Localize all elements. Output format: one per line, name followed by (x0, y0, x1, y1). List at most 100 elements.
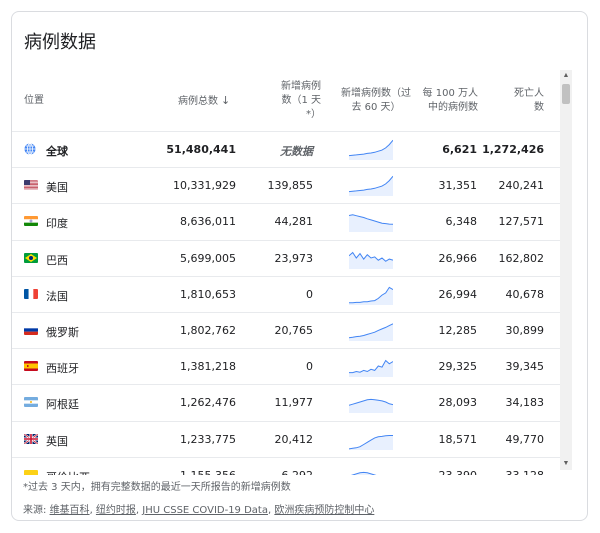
row-cases-per-million: 29,325 (438, 360, 478, 374)
row-deaths: 49,770 (505, 432, 545, 446)
row-location[interactable]: 印度 (46, 215, 68, 231)
header-location[interactable]: 位置 (24, 94, 44, 108)
uk-flag-icon (24, 433, 38, 444)
header-death-line1: 死亡人 (514, 88, 544, 99)
row-deaths: 34,183 (505, 396, 545, 410)
table-row[interactable]: 印度 8,636,011 44,281 6,348 127,571 (12, 204, 572, 241)
row-location[interactable]: 俄罗斯 (46, 324, 79, 340)
row-location[interactable]: 法国 (46, 288, 68, 304)
table-row[interactable]: 法国 1,810,653 0 26,994 40,678 (12, 277, 572, 313)
row-total-cases: 1,810,653 (180, 287, 236, 301)
scroll-down-arrow-icon[interactable]: ▼ (560, 458, 572, 470)
row-new-cases: 44,281 (274, 215, 314, 229)
row-location[interactable]: 哥伦比亚 (46, 469, 90, 475)
table-header: 位置 病例总数 ↓ 新增病例 数（1 天 *） 新增病例数（过 去 60 天） 每… (12, 70, 572, 132)
trend-sparkline (349, 434, 393, 450)
brazil-flag-icon (24, 252, 38, 263)
row-new-cases: 无数据 (280, 145, 313, 158)
row-deaths: 1,272,426 (482, 143, 544, 156)
row-new-cases: 6,292 (252, 469, 314, 475)
spain-flag-icon (24, 361, 38, 372)
header-total-label: 病例总数 (178, 96, 218, 107)
trend-sparkline (349, 176, 393, 197)
row-deaths: 127,571 (498, 215, 545, 229)
source-link[interactable]: 欧洲疾病预防控制中心 (274, 505, 374, 516)
table-scrollbar[interactable]: ▲ ▼ (560, 70, 572, 470)
row-new-cases: 20,412 (274, 432, 314, 446)
table-row[interactable]: 全球 51,480,441 无数据 6,621 1,272,426 (12, 132, 572, 169)
row-location[interactable]: 西班牙 (46, 360, 79, 376)
case-data-card: 病例数据 位置 病例总数 ↓ 新增病例 数（1 天 *） 新增病例数（过 去 60… (11, 11, 588, 521)
header-new-line1: 新增病例 (281, 81, 321, 92)
row-location[interactable]: 美国 (46, 179, 68, 195)
source-link[interactable]: 纽约时报 (96, 505, 136, 516)
row-total-cases: 51,480,441 (166, 143, 236, 156)
row-cases-per-million: 6,348 (445, 215, 478, 229)
header-per-line1: 每 100 万人 (422, 88, 478, 99)
row-new-cases: 0 (306, 287, 313, 301)
trend-sparkline (349, 323, 393, 341)
table-row[interactable]: 巴西 5,699,005 23,973 26,966 162,802 (12, 241, 572, 277)
scroll-up-arrow-icon[interactable]: ▲ (560, 70, 572, 82)
table-row[interactable]: 西班牙 1,381,218 0 29,325 39,345 (12, 349, 572, 386)
trend-sparkline (349, 359, 393, 378)
source-link[interactable]: 维基百科 (50, 505, 90, 516)
row-total-cases: 5,699,005 (180, 251, 236, 265)
row-new-cases: 0 (306, 360, 313, 374)
row-location[interactable]: 阿根廷 (46, 396, 79, 412)
table-row[interactable]: 俄罗斯 1,802,762 20,765 12,285 30,899 (12, 313, 572, 350)
sources-line: 来源: 维基百科, 纽约时报, JHU CSSE COVID-19 Data, … (23, 501, 374, 516)
scrollbar-thumb[interactable] (562, 84, 570, 104)
trend-sparkline (349, 471, 378, 475)
russia-flag-icon (24, 324, 38, 335)
row-total-cases: 1,233,775 (180, 432, 236, 446)
trend-sparkline (349, 139, 393, 160)
row-total-cases: 1,262,476 (180, 396, 236, 410)
header-new-cases[interactable]: 新增病例 数（1 天 *） (271, 80, 321, 122)
row-cases-per-million: 23,390 (407, 469, 478, 475)
row-deaths: 240,241 (498, 179, 545, 193)
trend-sparkline (349, 251, 393, 269)
table-row[interactable]: 阿根廷 1,262,476 11,977 28,093 34,183 (12, 385, 572, 422)
row-cases-per-million: 12,285 (438, 323, 478, 337)
colombia-flag-icon (24, 469, 38, 475)
row-location[interactable]: 英国 (46, 433, 68, 449)
source-link[interactable]: JHU CSSE COVID-19 Data (142, 505, 268, 516)
case-table: 位置 病例总数 ↓ 新增病例 数（1 天 *） 新增病例数（过 去 60 天） 每… (12, 70, 572, 475)
row-deaths: 33,128 (482, 469, 545, 475)
trend-sparkline (349, 286, 393, 305)
header-deaths[interactable]: 死亡人 数 (502, 87, 544, 115)
card-title: 病例数据 (24, 32, 96, 53)
row-total-cases: 1,381,218 (180, 360, 236, 374)
trend-sparkline (349, 399, 393, 414)
row-new-cases: 20,765 (274, 323, 314, 337)
header-death-line2: 数 (534, 102, 544, 113)
row-cases-per-million: 26,966 (438, 251, 478, 265)
row-deaths: 30,899 (505, 323, 545, 337)
row-new-cases: 11,977 (274, 396, 314, 410)
header-per-million[interactable]: 每 100 万人 中的病例数 (412, 87, 478, 115)
header-new-line3: *） (306, 109, 321, 120)
row-cases-per-million: 6,621 (442, 143, 477, 156)
row-location[interactable]: 巴西 (46, 252, 68, 268)
table-row[interactable]: 哥伦比亚 1,155,356 6,292 23,390 33,128 (12, 458, 572, 475)
row-cases-per-million: 28,093 (438, 396, 478, 410)
header-total[interactable]: 病例总数 ↓ (178, 94, 230, 109)
sources-prefix: 来源: (23, 505, 50, 516)
sort-down-arrow-icon: ↓ (221, 94, 231, 107)
row-cases-per-million: 31,351 (438, 179, 478, 193)
row-deaths: 40,678 (505, 287, 545, 301)
argentina-flag-icon (24, 397, 38, 408)
row-location[interactable]: 全球 (46, 143, 68, 159)
header-per-line2: 中的病例数 (428, 102, 478, 113)
row-deaths: 162,802 (498, 251, 545, 265)
india-flag-icon (24, 216, 38, 227)
row-total-cases: 10,331,929 (173, 179, 236, 193)
row-total-cases: 1,155,356 (162, 469, 236, 475)
row-total-cases: 8,636,011 (180, 215, 236, 229)
row-cases-per-million: 26,994 (438, 287, 478, 301)
header-new-line2: 数（1 天 (281, 95, 321, 106)
table-row[interactable]: 美国 10,331,929 139,855 31,351 240,241 (12, 168, 572, 205)
table-row[interactable]: 英国 1,233,775 20,412 18,571 49,770 (12, 422, 572, 458)
us-flag-icon (24, 180, 38, 190)
